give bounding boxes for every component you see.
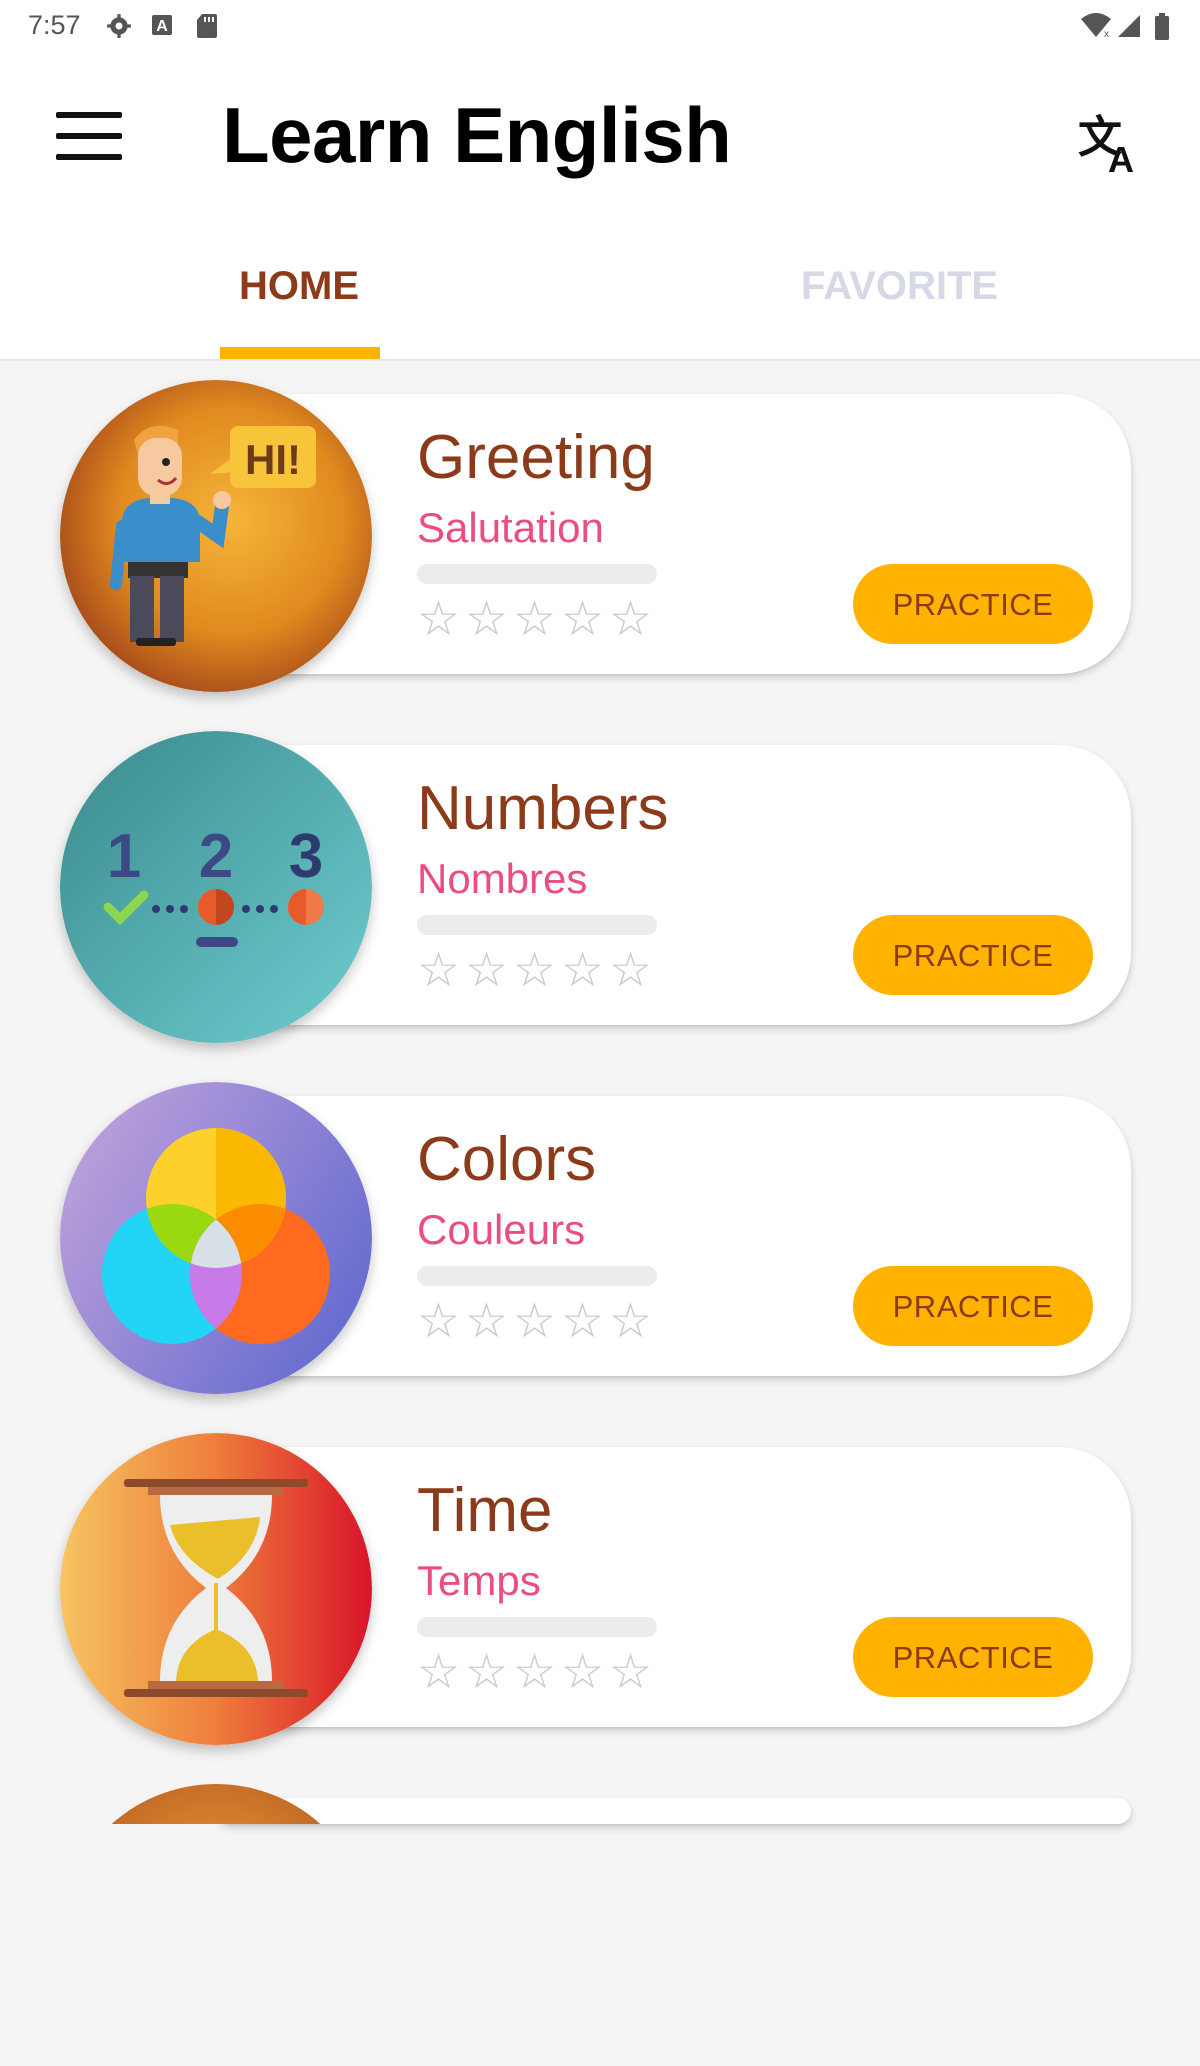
svg-text:2: 2 [199, 822, 233, 891]
lesson-subtitle: Couleurs [417, 1206, 586, 1253]
lesson-subtitle: Salutation [417, 504, 604, 551]
menu-button[interactable] [52, 108, 124, 164]
star-icon: ☆ [465, 944, 509, 997]
star-icon: ☆ [465, 1646, 509, 1699]
star-icon: ☆ [513, 1646, 557, 1699]
greeting-image: HI! [60, 380, 372, 692]
star-rating: ☆ ☆ ☆ ☆ ☆ [417, 594, 667, 646]
tab-home[interactable]: HOME [239, 264, 359, 309]
lesson-title: Numbers [417, 774, 669, 843]
lesson-subtitle: Temps [417, 1557, 541, 1604]
star-icon: ☆ [513, 944, 557, 997]
svg-text:HI!: HI! [245, 436, 301, 483]
tab-favorite[interactable]: FAVORITE [801, 264, 998, 309]
settings-icon [107, 14, 131, 38]
star-icon: ☆ [417, 944, 461, 997]
progress-bar [417, 1266, 657, 1286]
svg-text:x: x [1104, 29, 1109, 39]
lesson-card-time[interactable]: Time Temps ☆ ☆ ☆ ☆ ☆ PRACTICE [60, 1433, 1131, 1745]
lesson-card-colors[interactable]: Colors Couleurs ☆ ☆ ☆ ☆ ☆ PRACTICE [60, 1082, 1131, 1394]
lesson-title: Greeting [417, 423, 655, 492]
battery-icon [1155, 13, 1169, 40]
hourglass-image [60, 1433, 372, 1745]
star-icon: ☆ [465, 1295, 509, 1348]
svg-text:3: 3 [289, 822, 323, 891]
practice-button[interactable]: PRACTICE [853, 564, 1093, 644]
page-title: Learn English [222, 91, 732, 179]
star-icon: ☆ [561, 1646, 605, 1699]
signal-icon [1118, 15, 1140, 37]
lesson-card-partial[interactable] [60, 1784, 1131, 2066]
wifi-icon: x [1081, 13, 1111, 39]
star-icon: ☆ [609, 1295, 653, 1348]
sd-card-icon [197, 14, 217, 38]
star-icon: ☆ [417, 1295, 461, 1348]
svg-text:1: 1 [107, 822, 141, 891]
star-rating: ☆ ☆ ☆ ☆ ☆ [417, 945, 667, 997]
lesson-card-greeting[interactable]: HI! Greeting Salutation ☆ ☆ ☆ ☆ ☆ PRACTI… [60, 380, 1131, 692]
star-icon: ☆ [609, 944, 653, 997]
tab-bar: HOME FAVORITE [0, 220, 1200, 361]
status-bar: 7:57 A x [0, 0, 1200, 52]
star-rating: ☆ ☆ ☆ ☆ ☆ [417, 1647, 667, 1699]
star-icon: ☆ [561, 593, 605, 646]
colors-image [60, 1082, 372, 1394]
star-icon: ☆ [513, 1295, 557, 1348]
star-icon: ☆ [465, 593, 509, 646]
translate-button[interactable]: 文 A [1070, 102, 1150, 182]
numbers-image: 1 2 3 [60, 731, 372, 1043]
hamburger-menu-icon [56, 112, 122, 118]
lesson-title: Colors [417, 1125, 597, 1194]
svg-text:A: A [1108, 139, 1134, 180]
lesson-title: Time [417, 1476, 553, 1545]
tab-indicator [220, 347, 380, 359]
translate-icon: 文 A [1078, 112, 1134, 180]
star-icon: ☆ [609, 593, 653, 646]
progress-bar [417, 564, 657, 584]
star-icon: ☆ [417, 593, 461, 646]
star-icon: ☆ [561, 944, 605, 997]
star-icon: ☆ [561, 1295, 605, 1348]
star-rating: ☆ ☆ ☆ ☆ ☆ [417, 1296, 667, 1348]
lesson-card-numbers[interactable]: 1 2 3 Numbers Nombres ☆ ☆ ☆ ☆ ☆ PRACTICE [60, 731, 1131, 1043]
star-icon: ☆ [609, 1646, 653, 1699]
svg-text:A: A [156, 18, 168, 35]
lesson-subtitle: Nombres [417, 855, 588, 902]
progress-bar [417, 1617, 657, 1637]
progress-bar [417, 915, 657, 935]
status-time: 7:57 [28, 10, 81, 40]
star-icon: ☆ [417, 1646, 461, 1699]
practice-button[interactable]: PRACTICE [853, 1617, 1093, 1697]
lesson-image [60, 1784, 372, 1824]
practice-button[interactable]: PRACTICE [853, 915, 1093, 995]
practice-button[interactable]: PRACTICE [853, 1266, 1093, 1346]
star-icon: ☆ [513, 593, 557, 646]
a-icon: A [152, 15, 172, 35]
app-bar: Learn English 文 A [0, 52, 1200, 220]
